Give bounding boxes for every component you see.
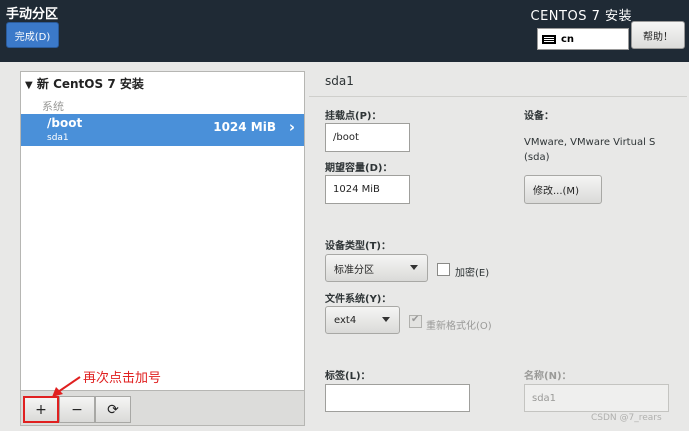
tag-label: 标签(L)： [325, 371, 371, 382]
device-type-value: 标准分区 [334, 264, 374, 276]
name-input[interactable]: sda1 [524, 384, 669, 412]
divider [309, 96, 687, 97]
row-device: sda1 [47, 133, 69, 143]
filesystem-label: 文件系统(Y)： [325, 294, 392, 305]
tag-input[interactable] [325, 384, 470, 412]
done-button[interactable]: 完成(D) [6, 22, 59, 48]
keyboard-layout-label: cn [561, 33, 575, 45]
partition-tree-pane: ▼ 新 CentOS 7 安装 系统 /boot sda1 1024 MiB ›… [20, 71, 305, 426]
device-label: 设备： [524, 111, 554, 122]
collapse-triangle-icon: ▼ [25, 80, 33, 91]
modify-button[interactable]: 修改...(M) [524, 175, 602, 204]
help-button[interactable]: 帮助！ [631, 21, 685, 49]
reformat-label: 重新格式化(O) [426, 321, 492, 332]
device-type-dropdown[interactable]: 标准分区 [325, 254, 428, 282]
mount-point-input[interactable]: /boot [325, 123, 410, 152]
device-description: VMware, VMware Virtual S (sda) [524, 137, 656, 163]
capacity-input[interactable]: 1024 MiB [325, 175, 410, 204]
add-partition-button[interactable]: + [23, 396, 59, 423]
install-group-header[interactable]: ▼ 新 CentOS 7 安装 [25, 75, 144, 92]
row-mount-point: /boot [47, 116, 83, 130]
keyboard-icon [542, 34, 556, 44]
remove-partition-button[interactable]: − [59, 396, 95, 423]
reformat-checkbox[interactable] [409, 314, 422, 328]
partition-row-boot[interactable]: /boot sda1 1024 MiB › [21, 114, 304, 146]
row-size: 1024 MiB [213, 120, 276, 134]
filesystem-value: ext4 [334, 314, 357, 326]
device-type-label: 设备类型(T)： [325, 241, 391, 252]
filesystem-dropdown[interactable]: ext4 [325, 306, 400, 334]
top-header: 手动分区 完成(D) CENTOS 7 安装 cn 帮助！ [0, 0, 689, 62]
mount-point-label: 挂载点(P)： [325, 111, 382, 122]
capacity-label: 期望容量(D)： [325, 163, 393, 174]
refresh-button[interactable]: ⟳ [95, 396, 131, 423]
encrypt-label: 加密(E) [455, 268, 490, 279]
product-title: CENTOS 7 安装 [530, 9, 632, 24]
chevron-right-icon: › [288, 118, 295, 136]
dropdown-caret-icon [382, 317, 390, 322]
keyboard-layout-indicator[interactable]: cn [537, 28, 629, 50]
system-section-label: 系统 [42, 100, 64, 113]
encrypt-checkbox[interactable] [437, 263, 450, 276]
watermark: CSDN @7_rears [591, 413, 662, 423]
annotation-text: 再次点击加号 [83, 371, 162, 386]
page-title: 手动分区 [6, 7, 59, 22]
name-label: 名称(N)： [524, 371, 572, 382]
partition-toolbar: + − ⟳ [21, 390, 304, 425]
dropdown-caret-icon [410, 265, 418, 270]
install-group-label: 新 CentOS 7 安装 [36, 77, 144, 91]
partition-detail-title: sda1 [325, 74, 354, 88]
